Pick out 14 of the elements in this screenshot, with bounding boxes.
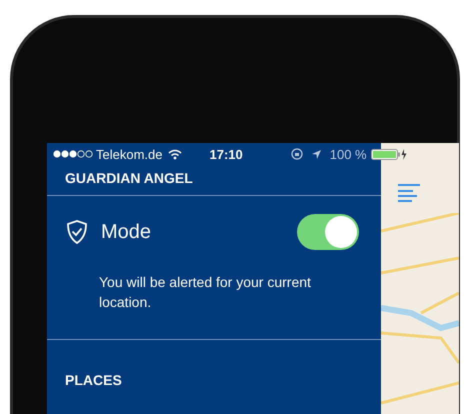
carrier-name: Telekom.de	[96, 146, 162, 162]
battery-charging-icon	[370, 148, 407, 160]
wifi-icon	[168, 148, 182, 160]
clock-time: 17:10	[209, 146, 243, 162]
menu-icon[interactable]	[397, 183, 421, 203]
mode-label: Mode	[101, 220, 152, 244]
shield-check-icon	[65, 219, 89, 245]
places-heading: PLACES	[64, 371, 123, 388]
location-arrow-icon	[310, 148, 322, 160]
menu-title: GUARDIAN ANGEL	[47, 165, 381, 196]
battery-percent: 100 %	[330, 146, 367, 162]
rotation-lock-icon	[290, 148, 303, 160]
signal-icon	[53, 150, 93, 158]
mode-toggle[interactable]	[297, 214, 359, 250]
